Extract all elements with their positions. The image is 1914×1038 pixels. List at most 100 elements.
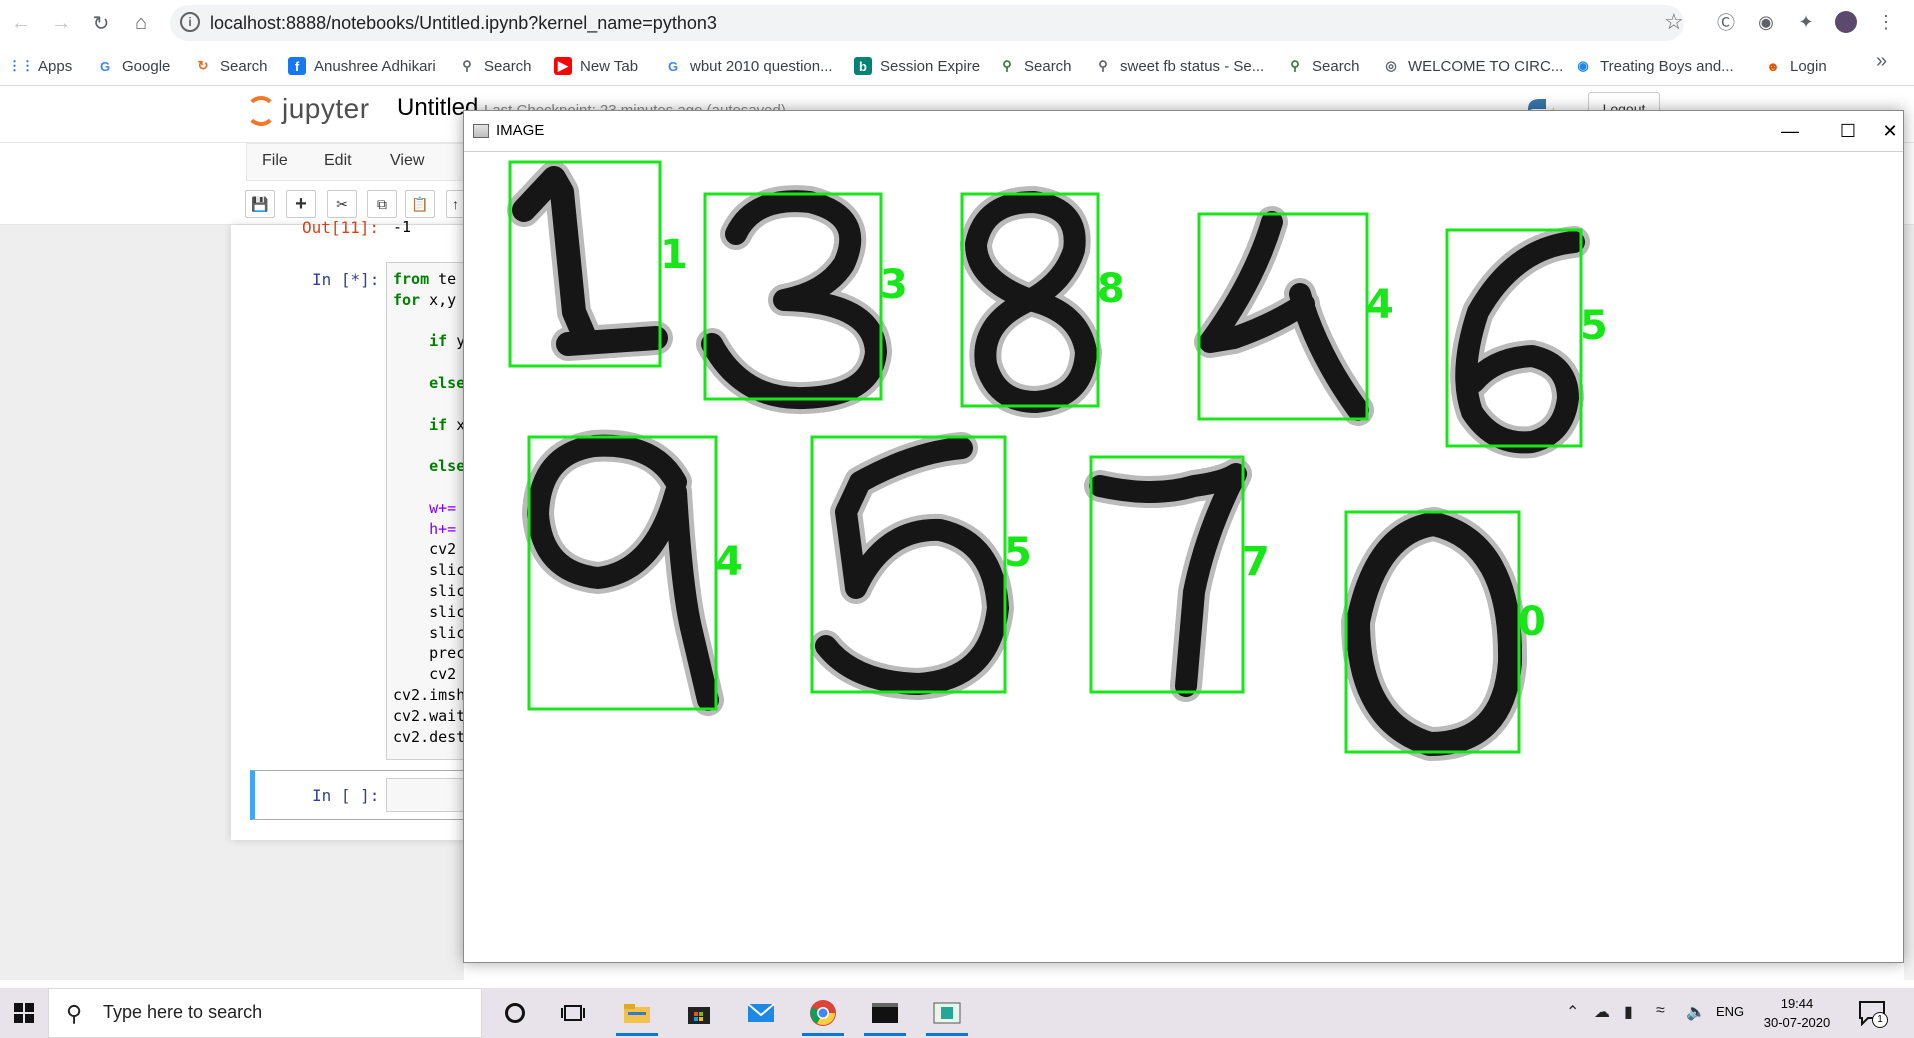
prediction-label: 0: [1518, 599, 1546, 645]
bookmark-label: sweet fb status - Se...: [1120, 57, 1265, 75]
insert-cell-plus-icon[interactable]: +: [286, 190, 316, 218]
close-icon[interactable]: ✕: [1877, 111, 1903, 151]
bookmark-item[interactable]: ◎ WELCOME TO CIRC...: [1382, 54, 1563, 78]
code-line: slic: [393, 602, 465, 623]
code-line: w+=: [393, 498, 465, 519]
windows-start-icon[interactable]: [0, 988, 48, 1038]
code-line: cv2.dest: [393, 727, 465, 748]
forward-arrow-icon[interactable]: →: [46, 8, 76, 38]
window-titlebar[interactable]: IMAGE — ☐ ✕: [464, 111, 1903, 151]
menu-view[interactable]: View: [390, 152, 424, 170]
bookmark-label: WELCOME TO CIRC...: [1408, 57, 1564, 75]
bookmark-item[interactable]: ⚲ Search: [1286, 54, 1359, 78]
home-icon[interactable]: ⌂: [126, 8, 156, 38]
window-app-icon: [473, 124, 489, 138]
microsoft-store-icon[interactable]: [674, 990, 724, 1036]
bookmark-item[interactable]: ⋮⋮ Apps: [8, 54, 72, 78]
menu-file[interactable]: File: [262, 152, 288, 170]
bookmark-item[interactable]: ⚲ Search: [458, 54, 531, 78]
profile-avatar-icon[interactable]: [1834, 10, 1858, 34]
minimize-icon[interactable]: —: [1761, 111, 1819, 151]
bookmark-item[interactable]: ↻ Search: [194, 54, 268, 78]
code-text: slic: [393, 623, 466, 642]
copy-icon[interactable]: ⧉: [367, 190, 397, 218]
bookmark-item[interactable]: ☻ Login: [1764, 54, 1827, 78]
task-view-icon[interactable]: [548, 990, 598, 1036]
bookmark-item[interactable]: ◉ Treating Boys and...: [1574, 54, 1733, 78]
page-scrollbar[interactable]: [1904, 225, 1914, 980]
code-text: x,y: [420, 290, 457, 309]
paste-icon[interactable]: 📋: [405, 190, 435, 218]
bookmark-item[interactable]: ▶ New Tab: [554, 54, 638, 78]
opencv-image-window[interactable]: IMAGE — ☐ ✕ 1 3 8 4 5 4 5 7 0: [463, 110, 1904, 963]
chrome-icon[interactable]: [798, 990, 848, 1036]
google-icon: G: [99, 58, 111, 74]
tray-chevron-up-icon[interactable]: ⌃: [1566, 1002, 1579, 1022]
reload-icon[interactable]: ↻: [86, 8, 116, 38]
prediction-label: 7: [1242, 539, 1270, 585]
bookmark-item[interactable]: G Google: [96, 54, 170, 78]
search-icon: ⚲: [66, 1001, 83, 1026]
code-text: slic: [393, 581, 466, 600]
globe-icon: ◎: [1385, 58, 1397, 73]
bookmark-label: Anushree Adhikari: [314, 57, 436, 75]
back-arrow-icon[interactable]: ←: [6, 8, 36, 38]
bookmark-item[interactable]: ⚲ sweet fb status - Se...: [1094, 54, 1264, 78]
opencv-window-icon[interactable]: [922, 990, 972, 1036]
bookmark-label: New Tab: [580, 57, 639, 75]
taskbar-search-placeholder[interactable]: Type here to search: [103, 1002, 262, 1023]
terminal-icon[interactable]: [860, 990, 910, 1036]
code-text: prec: [393, 644, 466, 663]
prediction-label: 4: [1366, 282, 1394, 328]
clock[interactable]: 19:44 30-07-2020: [1762, 994, 1832, 1032]
bookmark-item[interactable]: f Anushree Adhikari: [288, 54, 436, 78]
mail-icon[interactable]: [736, 990, 786, 1036]
save-icon[interactable]: 💾: [245, 190, 275, 218]
info-icon[interactable]: i: [180, 12, 200, 32]
code-cell-input[interactable]: from te for x,y if y else if x else w+= h…: [386, 262, 466, 760]
bookmarks-overflow-chevron[interactable]: »: [1876, 50, 1887, 73]
clock-time: 19:44: [1780, 996, 1814, 1011]
bookmark-item[interactable]: ⚲ Search: [998, 54, 1071, 78]
code-text: w+=: [393, 498, 457, 517]
image-canvas: 1 3 8 4 5 4 5 7 0: [464, 151, 1903, 962]
bookmark-item[interactable]: b Session Expire: [854, 54, 980, 78]
prediction-label: 4: [715, 539, 743, 585]
notification-count-badge: 1: [1872, 1012, 1888, 1028]
maximize-icon[interactable]: ☐: [1819, 111, 1877, 151]
prediction-label: 5: [1580, 303, 1608, 349]
chrome-menu-icon[interactable]: ⋮: [1874, 10, 1898, 34]
code-text: cv2: [393, 540, 457, 559]
search-green-icon: ⚲: [1002, 58, 1012, 73]
code-line: if x: [393, 415, 465, 436]
code-keyword: if: [393, 332, 448, 351]
code-keyword: else: [393, 457, 466, 476]
wifi-icon[interactable]: ≈: [1656, 1002, 1665, 1020]
skype-extension-icon[interactable]: Ⓒ: [1714, 10, 1738, 34]
volume-icon[interactable]: 🔈: [1686, 1002, 1706, 1022]
empty-code-input[interactable]: [386, 778, 464, 812]
bookmark-item[interactable]: Gwbut 2010 question...: [664, 54, 833, 78]
bookmark-star-icon[interactable]: ☆: [1664, 9, 1684, 35]
menu-edit[interactable]: Edit: [324, 152, 352, 170]
battery-icon[interactable]: ▮: [1624, 1002, 1633, 1022]
file-explorer-icon[interactable]: [612, 990, 662, 1036]
search-orange-icon: ↻: [197, 58, 209, 73]
notification-center-icon[interactable]: 1: [1858, 1000, 1888, 1028]
language-indicator[interactable]: ENG: [1716, 1004, 1744, 1019]
jupyter-logo-icon[interactable]: [246, 96, 276, 126]
onedrive-icon[interactable]: ☁: [1594, 1002, 1610, 1022]
search-green-icon: ⚲: [1290, 58, 1300, 73]
code-keyword: else: [393, 373, 466, 392]
jupyter-logo-text[interactable]: jupyter: [282, 93, 370, 125]
bookmark-label: Login: [1790, 57, 1827, 75]
bookmark-label: Search: [220, 57, 268, 75]
puzzle-extensions-icon[interactable]: ✦: [1794, 10, 1818, 34]
cut-scissors-icon[interactable]: ✂: [327, 190, 357, 218]
move-up-icon[interactable]: ↑: [446, 190, 464, 218]
url-text[interactable]: localhost:8888/notebooks/Untitled.ipynb?…: [210, 13, 717, 34]
cortana-icon[interactable]: [490, 990, 540, 1036]
web-extension-icon[interactable]: ◉: [1754, 10, 1778, 34]
